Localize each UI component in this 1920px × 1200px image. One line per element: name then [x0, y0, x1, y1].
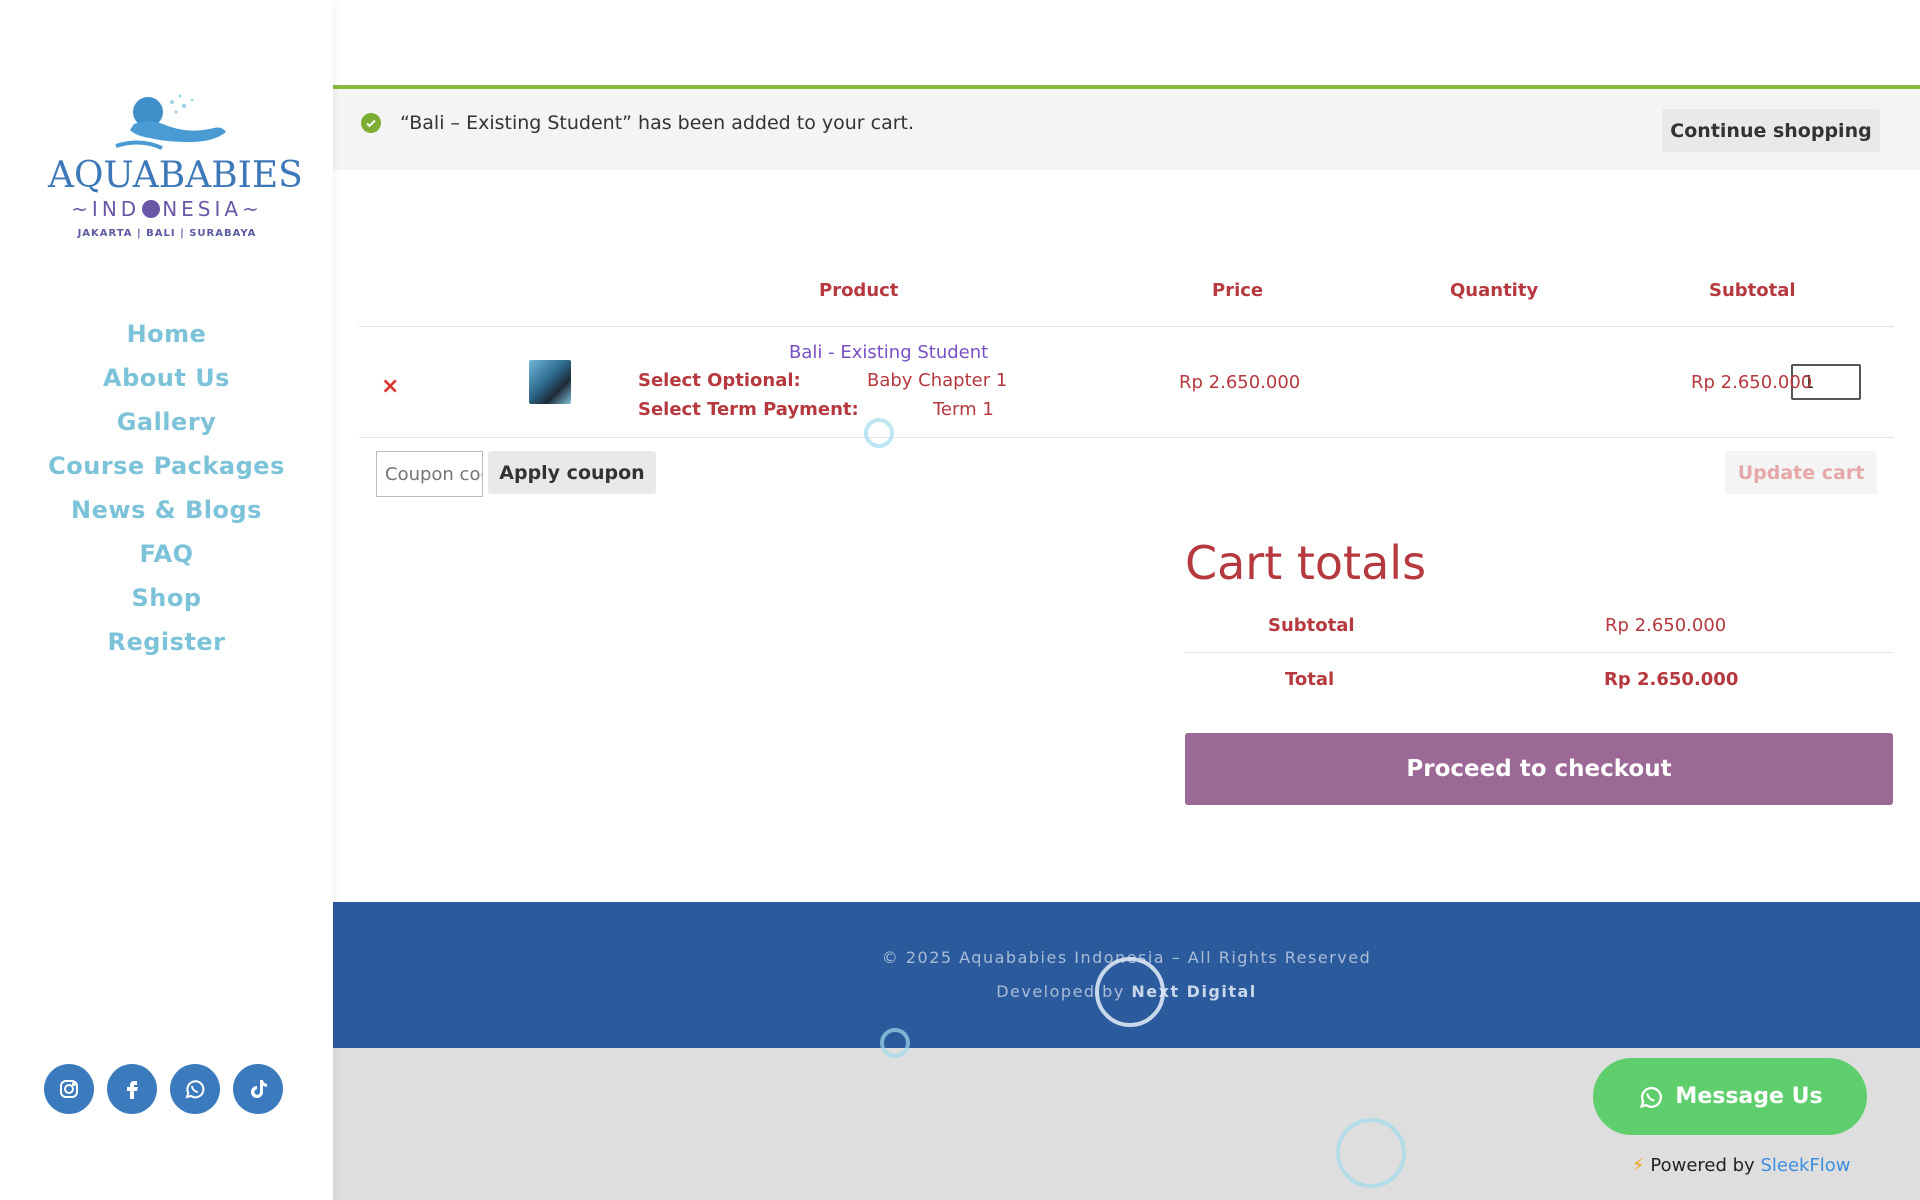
nav-item-about-us[interactable]: About Us [0, 356, 333, 400]
nav-item-news-blogs[interactable]: News & Blogs [0, 488, 333, 532]
table-divider [359, 437, 1894, 438]
tiktok-icon[interactable] [233, 1064, 283, 1114]
cart-notice: “Bali – Existing Student” has been added… [333, 89, 1920, 170]
column-header-quantity: Quantity [1450, 280, 1539, 301]
globe-icon [142, 200, 161, 218]
checkmark-icon [361, 113, 381, 133]
sidebar: AQUABABIES ~IND NESIA~ JAKARTA | BALI | S… [0, 0, 333, 1200]
facebook-icon[interactable] [107, 1064, 157, 1114]
table-divider [359, 326, 1894, 327]
totals-total-value: Rp 2.650.000 [1604, 669, 1739, 690]
nav-item-course-packages[interactable]: Course Packages [0, 444, 333, 488]
column-header-subtotal: Subtotal [1709, 280, 1796, 301]
meta-label-optional: Select Optional: [638, 370, 801, 391]
bubble-decoration [1095, 957, 1165, 1027]
lightning-icon: ⚡ [1632, 1155, 1645, 1176]
totals-subtotal-label: Subtotal [1268, 615, 1355, 636]
main-nav: Home About Us Gallery Course Packages Ne… [0, 312, 333, 664]
swimming-baby-logo-icon [115, 94, 226, 150]
cart-totals-title: Cart totals [1185, 536, 1427, 590]
logo-country: ~IND NESIA~ [48, 198, 286, 220]
nav-item-shop[interactable]: Shop [0, 576, 333, 620]
nav-item-faq[interactable]: FAQ [0, 532, 333, 576]
column-header-product: Product [819, 280, 899, 301]
instagram-icon[interactable] [44, 1064, 94, 1114]
totals-subtotal-value: Rp 2.650.000 [1605, 615, 1727, 636]
message-us-button[interactable]: Message Us [1593, 1058, 1867, 1135]
apply-coupon-button[interactable]: Apply coupon [488, 451, 656, 494]
nav-item-gallery[interactable]: Gallery [0, 400, 333, 444]
coupon-code-input[interactable] [376, 451, 483, 497]
meta-label-term: Select Term Payment: [638, 399, 859, 420]
bubble-decoration [880, 1028, 910, 1058]
continue-shopping-button[interactable]: Continue shopping [1662, 109, 1880, 152]
bubble-decoration [864, 418, 894, 448]
meta-value-optional: Baby Chapter 1 [867, 370, 1008, 391]
totals-total-label: Total [1285, 669, 1335, 690]
logo-cities: JAKARTA | BALI | SURABAYA [77, 228, 257, 239]
sleekflow-link[interactable]: SleekFlow [1760, 1155, 1850, 1176]
meta-value-term: Term 1 [933, 399, 994, 420]
column-header-price: Price [1212, 280, 1264, 301]
remove-item-button[interactable]: × [381, 374, 399, 399]
proceed-to-checkout-button[interactable]: Proceed to checkout [1185, 733, 1893, 805]
logo-country-part-2: NESIA~ [162, 197, 263, 221]
bubble-decoration [1336, 1118, 1406, 1188]
powered-by: ⚡ Powered by SleekFlow [1632, 1155, 1851, 1176]
logo-country-part-1: ~IND [71, 197, 141, 221]
whatsapp-icon[interactable] [170, 1064, 220, 1114]
product-name-link[interactable]: Bali - Existing Student [789, 342, 988, 363]
powered-by-prefix: Powered by [1650, 1155, 1761, 1176]
social-links [44, 1064, 294, 1114]
update-cart-button[interactable]: Update cart [1725, 451, 1877, 494]
nav-item-home[interactable]: Home [0, 312, 333, 356]
nav-item-register[interactable]: Register [0, 620, 333, 664]
totals-divider [1185, 652, 1893, 653]
logo-wordmark: AQUABABIES [48, 155, 303, 196]
item-price: Rp 2.650.000 [1179, 372, 1301, 393]
product-thumbnail[interactable] [529, 360, 571, 404]
site-logo[interactable]: AQUABABIES ~IND NESIA~ JAKARTA | BALI | S… [48, 86, 303, 244]
item-subtotal: Rp 2.650.000 [1691, 372, 1813, 393]
message-us-label: Message Us [1675, 1084, 1823, 1109]
whatsapp-icon [1640, 1086, 1663, 1108]
notice-message: “Bali – Existing Student” has been added… [400, 112, 915, 134]
